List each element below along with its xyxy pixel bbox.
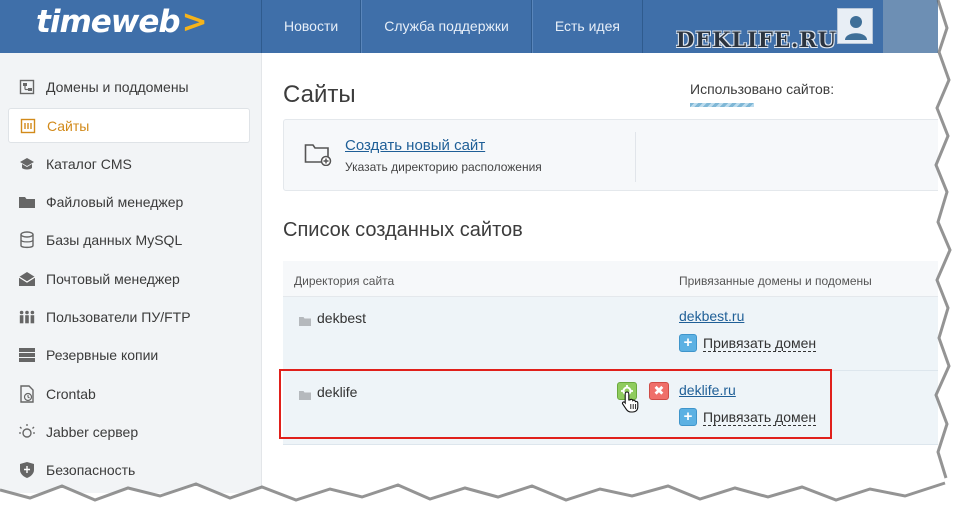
sidebar-item-label: Пользователи ПУ/FTP — [46, 308, 191, 325]
sidebar-item-cms[interactable]: Каталог CMS — [8, 146, 250, 181]
sites-list-title: Список созданных сайтов — [283, 219, 523, 241]
folder-icon — [299, 387, 311, 405]
plus-icon: + — [679, 334, 697, 352]
cms-icon — [18, 155, 36, 173]
sidebar-item-files[interactable]: Файловый менеджер — [8, 184, 250, 219]
sidebar-item-label: Каталог CMS — [46, 155, 132, 172]
bind-domain-label: Привязать домен — [703, 334, 817, 352]
create-site-panel: Создать новый сайт Указать директорию ра… — [283, 119, 938, 191]
folder-icon — [18, 193, 36, 211]
users-icon — [18, 308, 36, 326]
column-header-domains: Привязанные домены и подомены — [679, 274, 872, 288]
logo[interactable]: timeweb> — [0, 0, 262, 53]
sidebar-item-label: Crontab — [46, 385, 96, 402]
site-domain-link[interactable]: dekbest.ru — [679, 308, 744, 324]
sidebar-item-label: Сайты — [47, 117, 90, 134]
user-icon — [845, 16, 867, 40]
sidebar-item-label: Файловый менеджер — [46, 193, 184, 210]
sidebar-item-domains[interactable]: Домены и поддомены — [8, 69, 250, 104]
create-site-link[interactable]: Создать новый сайт — [345, 137, 485, 154]
sidebar-item-sites[interactable]: Сайты — [8, 108, 250, 143]
database-icon — [18, 230, 36, 249]
bind-domain-label: Привязать домен — [703, 408, 817, 426]
watermark: DEKLIFE.RU — [676, 27, 838, 52]
mail-icon — [18, 270, 36, 288]
hand-cursor-icon — [621, 391, 639, 418]
logo-arrow-icon: > — [181, 4, 208, 40]
site-domain-link[interactable]: deklife.ru — [679, 382, 736, 398]
new-folder-icon — [304, 142, 332, 171]
nav-idea[interactable]: Есть идея — [531, 0, 643, 53]
sidebar-item-label: Почтовый менеджер — [46, 270, 180, 287]
sites-icon — [19, 117, 37, 135]
sidebar-item-users[interactable]: Пользователи ПУ/FTP — [8, 299, 250, 334]
domains-icon — [18, 78, 36, 96]
backup-icon — [18, 346, 36, 364]
avatar[interactable] — [837, 8, 873, 44]
logo-text: timeweb> — [36, 4, 208, 40]
sidebar-item-label: Домены и поддомены — [46, 78, 189, 95]
site-directory-name: dekbest — [317, 310, 367, 326]
column-header-directory: Директория сайта — [294, 274, 395, 288]
plus-icon: + — [679, 408, 697, 426]
top-bar: timeweb> Новости Служба поддержки Есть и… — [0, 0, 938, 53]
app-frame: timeweb> Новости Служба поддержки Есть и… — [0, 0, 938, 493]
table-row: deklife ✖ deklife.ru + Привязать домен — [283, 371, 938, 445]
sidebar-item-mail[interactable]: Почтовый менеджер — [8, 261, 250, 296]
sidebar-item-backups[interactable]: Резервные копии — [8, 337, 250, 372]
crontab-icon — [18, 384, 36, 403]
torn-edge-bottom — [0, 481, 965, 530]
sites-table-header: Директория сайта Привязанные домены и по… — [283, 261, 938, 297]
torn-edge-right — [934, 0, 965, 479]
sidebar-item-label: Jabber сервер — [46, 423, 139, 440]
sidebar-item-crontab[interactable]: Crontab — [8, 376, 250, 411]
used-sites-label: Использовано сайтов: — [690, 81, 835, 97]
bind-domain-button[interactable]: + Привязать домен — [679, 407, 817, 427]
bind-domain-button[interactable]: + Привязать домен — [679, 333, 817, 353]
shield-icon — [18, 461, 36, 479]
sidebar-item-label: Безопасность — [46, 461, 136, 478]
table-row: dekbest dekbest.ru + Привязать домен — [283, 297, 938, 371]
page-title: Сайты — [283, 81, 356, 108]
nav-support[interactable]: Служба поддержки — [361, 0, 532, 53]
folder-icon — [299, 313, 311, 331]
close-icon: ✖ — [653, 383, 665, 398]
site-delete-button[interactable]: ✖ — [649, 382, 669, 400]
sidebar-item-mysql[interactable]: Базы данных MySQL — [8, 222, 250, 257]
jabber-icon — [18, 423, 36, 441]
panel-divider — [635, 132, 636, 182]
nav-news[interactable]: Новости — [262, 0, 362, 53]
sidebar-item-label: Резервные копии — [46, 346, 159, 363]
create-site-hint: Указать директорию расположения — [345, 160, 542, 174]
top-nav: Новости Служба поддержки Есть идея — [262, 0, 643, 53]
used-sites-progress — [690, 103, 754, 107]
site-directory-name: deklife — [317, 384, 358, 400]
main-content: Сайты Использовано сайтов: Создать новый… — [262, 53, 938, 493]
sidebar-item-label: Базы данных MySQL — [46, 231, 183, 248]
sidebar-item-jabber[interactable]: Jabber сервер — [8, 414, 250, 449]
sidebar: Домены и поддомены Сайты Каталог CMS Фай… — [0, 53, 262, 493]
